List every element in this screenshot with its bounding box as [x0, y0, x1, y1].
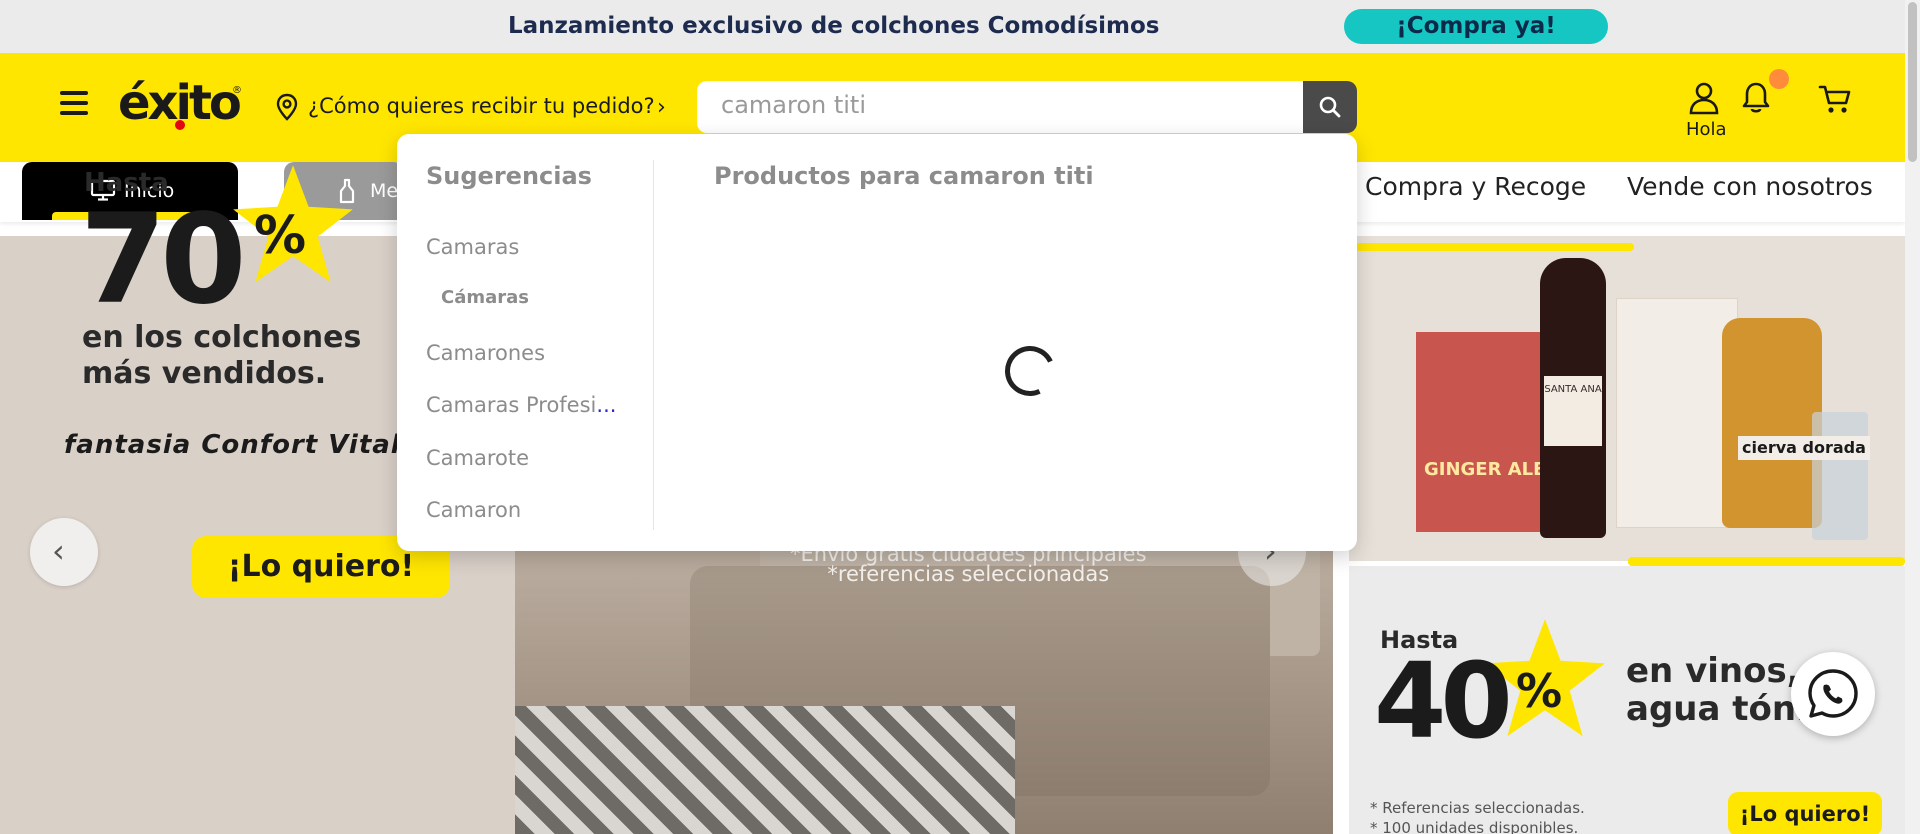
- logo-registered-mark: ®: [232, 85, 242, 96]
- carousel-prev-button[interactable]: ‹: [30, 518, 98, 586]
- vinos-disclaimer: * Referencias seleccionadas. * 100 unida…: [1370, 798, 1585, 834]
- yellow-accent-line: [1356, 243, 1634, 251]
- dropdown-divider: [653, 160, 654, 530]
- vinos-disclaimer-line2: * 100 unidades disponibles.: [1370, 819, 1579, 834]
- vinos-discount-number: 40: [1374, 640, 1513, 762]
- rug-image: [515, 706, 1015, 834]
- account-label[interactable]: Hola: [1686, 119, 1727, 140]
- search-input[interactable]: [721, 91, 1281, 119]
- nav-link-vende-con-nosotros[interactable]: Vende con nosotros: [1627, 172, 1873, 201]
- suggestion-item-truncated[interactable]: Camaras Profesi...: [426, 393, 616, 417]
- tab-mercado-label: Me: [370, 180, 399, 202]
- yellow-accent-line: [1628, 557, 1905, 566]
- promo-cta-button[interactable]: ¡Compra ya!: [1344, 9, 1608, 44]
- vinos-disclaimer-line1: * Referencias seleccionadas.: [1370, 799, 1585, 817]
- suggestion-item[interactable]: Camarote: [426, 446, 529, 470]
- search-button[interactable]: [1303, 81, 1357, 133]
- hero-subtitle-line2: más vendidos.: [82, 356, 327, 391]
- suggestion-subitem[interactable]: Cámaras: [441, 287, 529, 308]
- location-pin-icon[interactable]: [275, 93, 299, 121]
- search-box[interactable]: [697, 81, 1303, 133]
- ginger-ale-pack-image: [1416, 332, 1544, 532]
- promo-bar: Lanzamiento exclusivo de colchones Comod…: [0, 0, 1905, 53]
- ginger-ale-label: GINGER ALE: [1424, 459, 1546, 480]
- delivery-method-link[interactable]: ¿Cómo quieres recibir tu pedido?: [308, 94, 655, 118]
- hero-subtitle: en los colchones más vendidos.: [82, 320, 361, 392]
- suggestion-item-label: Camaras Profesi: [426, 393, 597, 417]
- hero-subtitle-line1: en los colchones: [82, 320, 362, 355]
- hero-discount-percent: %: [254, 206, 307, 266]
- ellipsis: ...: [596, 393, 617, 417]
- logo-dot: [175, 120, 185, 130]
- scrollbar-thumb[interactable]: [1908, 2, 1917, 162]
- products-title: Productos para camaron titi: [714, 162, 1094, 190]
- whatsapp-icon: [1808, 669, 1858, 718]
- wine-label: SANTA ANA: [1544, 376, 1602, 446]
- notification-badge: [1769, 69, 1789, 89]
- user-icon[interactable]: [1688, 81, 1720, 115]
- suggestions-title: Sugerencias: [426, 162, 592, 190]
- search-suggestions-dropdown: Sugerencias Camaras Cámaras Camarones Ca…: [397, 134, 1357, 551]
- hero-discount-number: 70: [80, 188, 247, 332]
- nav-link-compra-y-recoge[interactable]: Compra y Recoge: [1365, 172, 1586, 201]
- cart-icon[interactable]: [1818, 83, 1852, 115]
- suggestion-item[interactable]: Camaron: [426, 498, 521, 522]
- whatsapp-button[interactable]: [1791, 652, 1875, 736]
- suggestion-item[interactable]: Camaras: [426, 235, 519, 259]
- lo-quiero-button[interactable]: ¡Lo quiero!: [1728, 792, 1882, 834]
- vinos-discount-percent: %: [1516, 664, 1563, 718]
- promo-text: Lanzamiento exclusivo de colchones Comod…: [508, 13, 1160, 39]
- loading-spinner-icon: [997, 338, 1063, 404]
- envio-line2: *referencias seleccionadas: [827, 562, 1110, 586]
- cierva-dorada-label: cierva dorada: [1738, 436, 1870, 460]
- notification-bell-icon[interactable]: [1740, 81, 1772, 115]
- menu-icon[interactable]: [60, 91, 88, 117]
- suggestion-item[interactable]: Camarones: [426, 341, 545, 365]
- search-icon: [1319, 96, 1341, 118]
- chevron-right-icon[interactable]: ›: [657, 95, 666, 120]
- glass-image: [1812, 412, 1868, 540]
- chevron-left-icon: ‹: [52, 532, 65, 570]
- whisky-bottle-image: [1722, 318, 1822, 528]
- whisky-box-image: [1616, 298, 1738, 528]
